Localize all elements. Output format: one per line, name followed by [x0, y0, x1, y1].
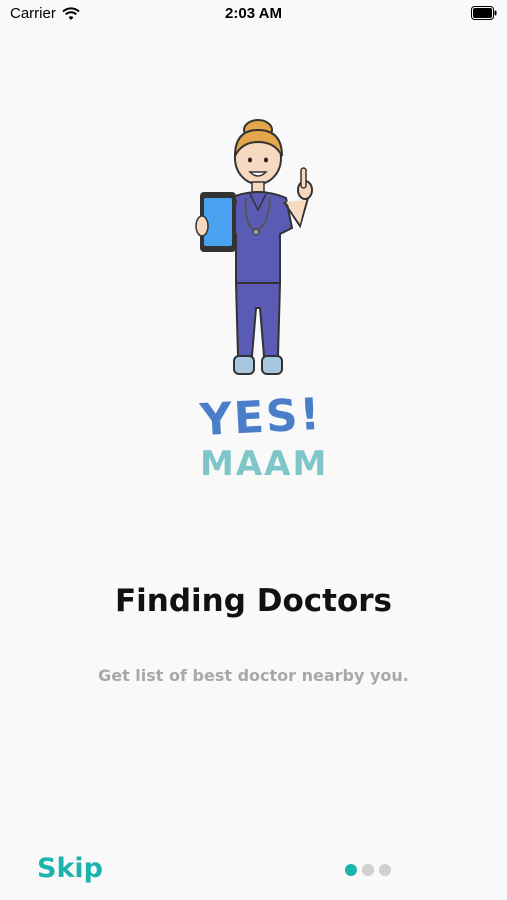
status-bar: Carrier 2:03 AM: [0, 0, 507, 28]
page-dot-3[interactable]: [379, 864, 391, 876]
logo-text-yes: YES!: [198, 388, 323, 447]
status-time: 2:03 AM: [225, 5, 282, 22]
nurse-illustration: [195, 119, 313, 375]
onboarding-screen: Carrier 2:03 AM YES! MAAM Finding Doctor…: [0, 0, 507, 900]
onboarding-description: Get list of best doctor nearby you.: [98, 666, 409, 685]
page-dot-2[interactable]: [362, 864, 374, 876]
page-indicator[interactable]: [345, 864, 391, 876]
page-dot-1[interactable]: [345, 864, 357, 876]
onboarding-title: Finding Doctors: [114, 583, 392, 619]
skip-button[interactable]: Skip: [37, 853, 103, 884]
yes-maam-logo: YES! MAAM: [190, 388, 330, 484]
logo-text-maam: MAAM: [200, 444, 329, 484]
battery-icon: [471, 6, 497, 20]
